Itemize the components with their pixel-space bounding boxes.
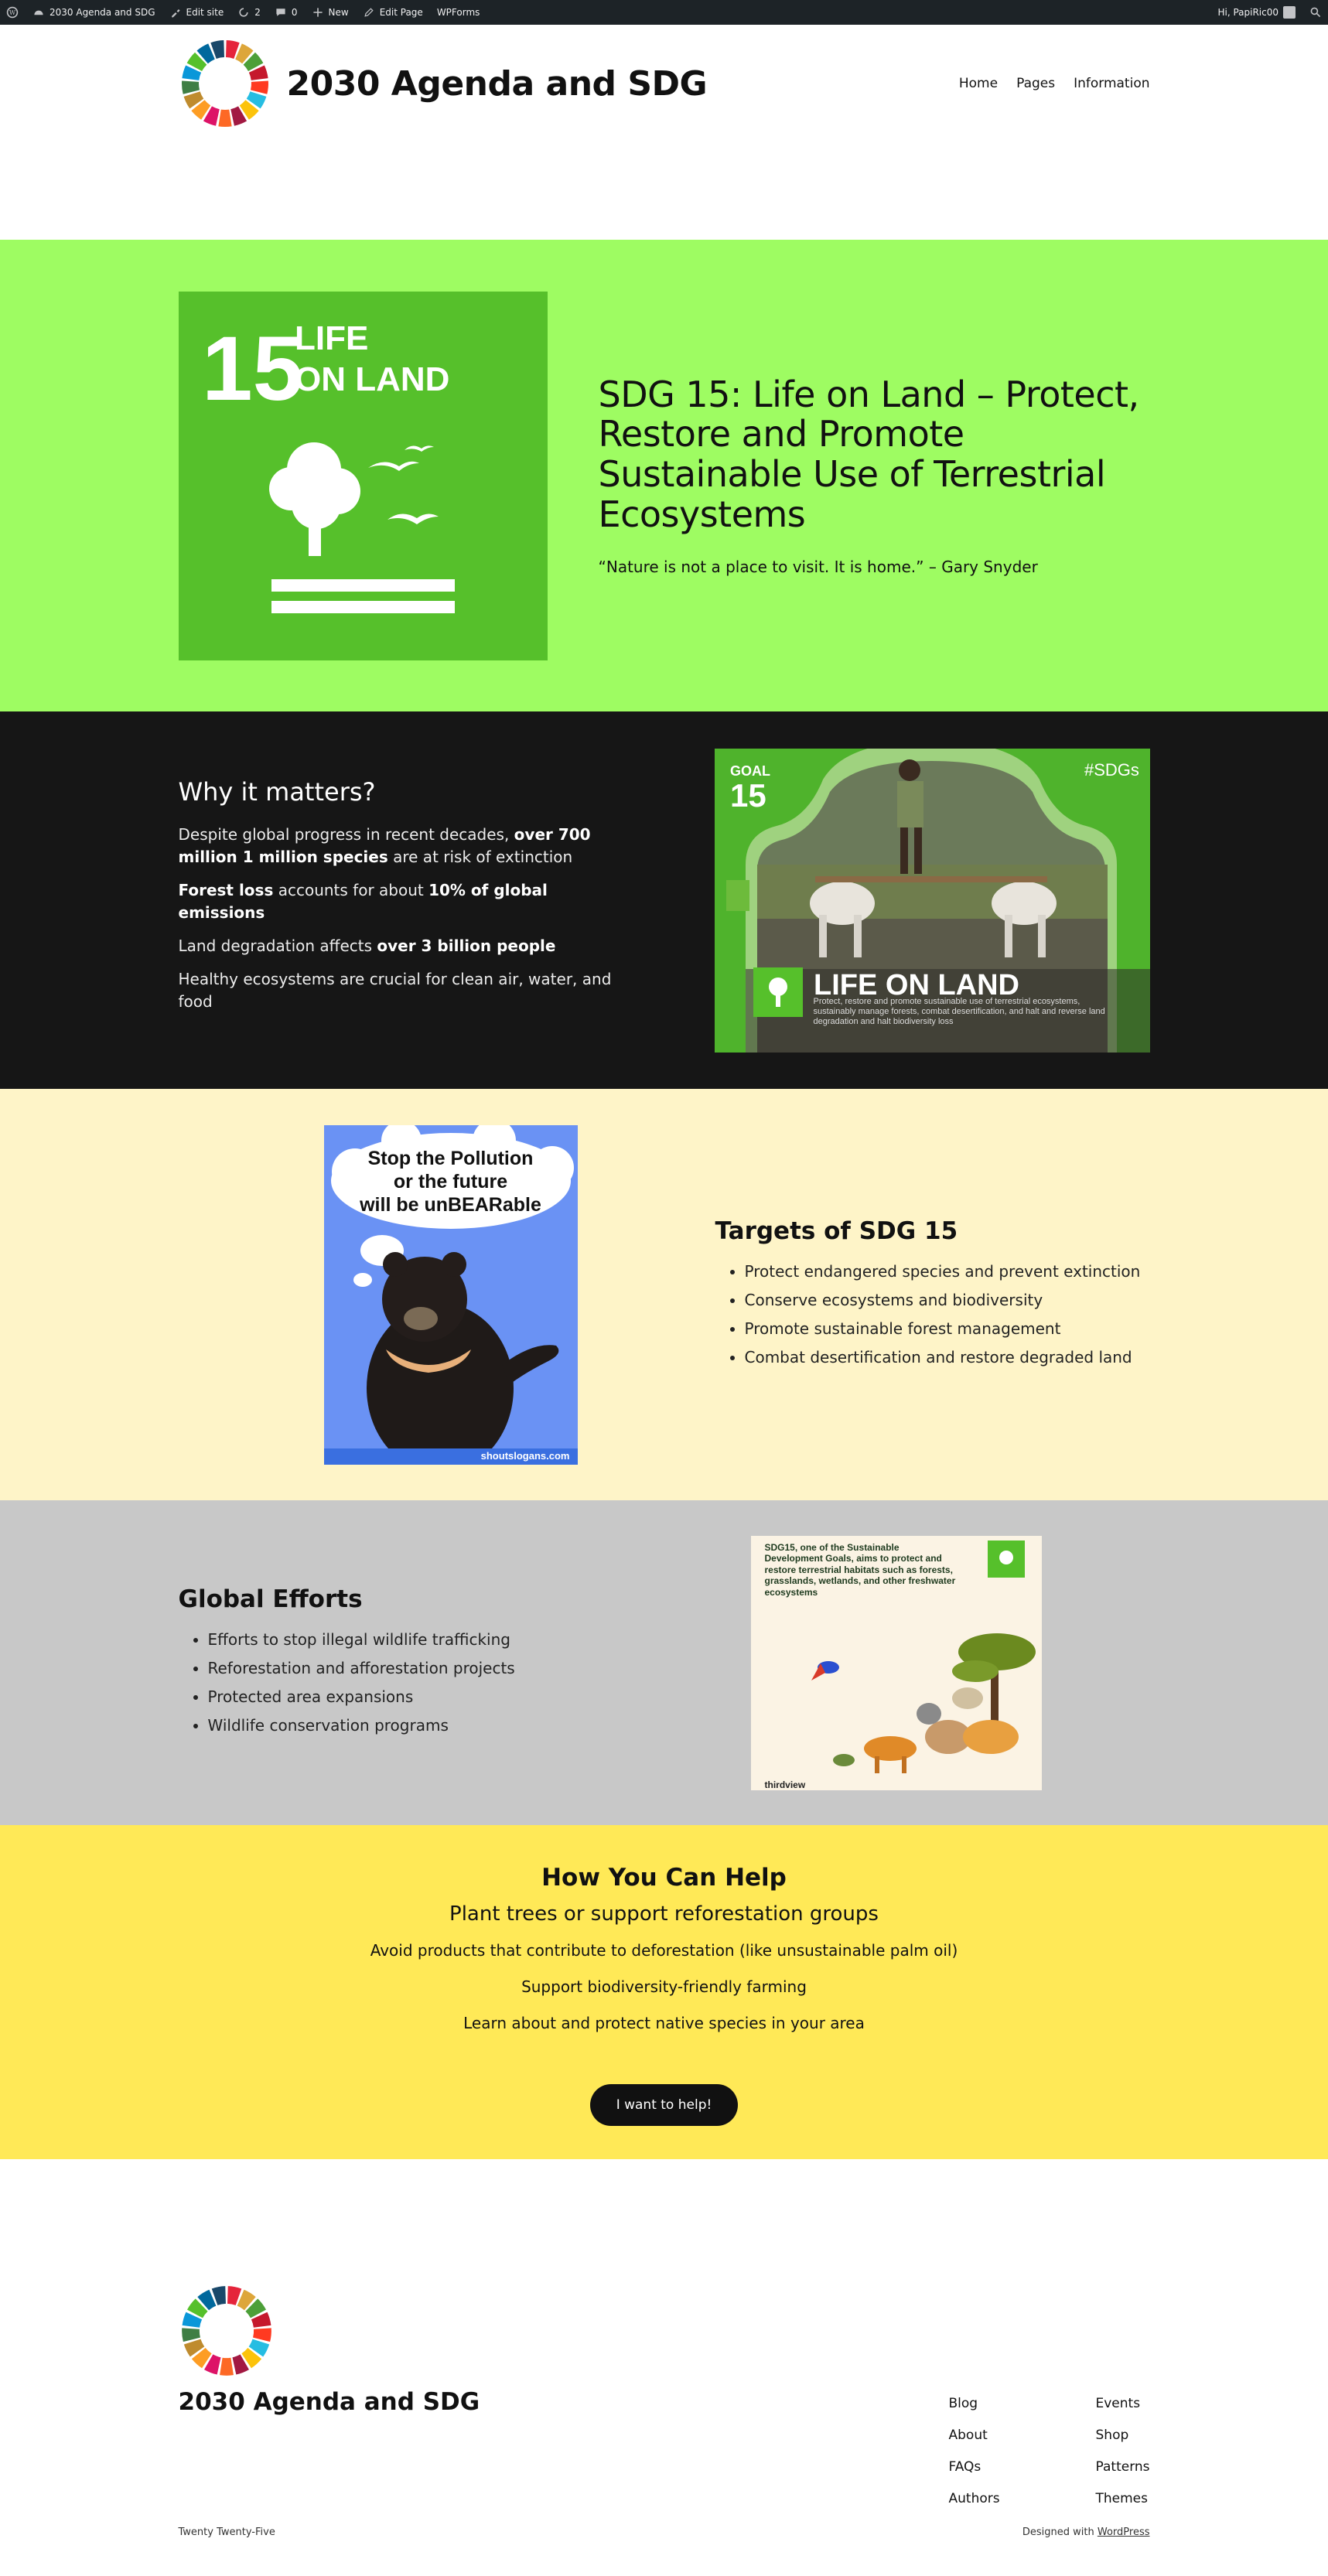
plus-icon	[312, 8, 323, 17]
theme-credit: Twenty Twenty-Five	[178, 2527, 275, 2538]
targets-title: Targets of SDG 15	[715, 1217, 958, 1245]
tile-number: 15	[202, 318, 303, 420]
hero-quote: “Nature is not a place to visit. It is h…	[598, 558, 1038, 577]
nav-information[interactable]: Information	[1074, 76, 1149, 91]
list-item: Protected area expansions	[208, 1683, 751, 1711]
i-want-to-help-button[interactable]: I want to help!	[589, 2084, 739, 2126]
card-caption: Protect, restore and promote sustainable…	[813, 996, 1105, 1026]
hero-title: SDG 15: Life on Land – Protect, Restore …	[598, 373, 1140, 535]
footer-link-authors[interactable]: Authors	[949, 2491, 1003, 2506]
site-header: 2030 Agenda and SDG Home Pages Informati…	[0, 25, 1328, 240]
admin-site-name[interactable]: 2030 Agenda and SDG	[32, 6, 155, 19]
list-item: Conserve ecosystems and biodiversity	[745, 1286, 1141, 1315]
sdg15-tile: 15 LIFE ON LAND	[178, 291, 548, 660]
global-title: Global Efforts	[178, 1585, 363, 1613]
tile-line2: ON LAND	[295, 360, 449, 398]
list-item: Promote sustainable forest management	[745, 1315, 1141, 1343]
footer-link-shop[interactable]: Shop	[1096, 2428, 1150, 2443]
footer-links-col1: Blog About FAQs Authors	[949, 2396, 1003, 2506]
account-menu[interactable]: Hi, PapiRic00	[1217, 6, 1296, 19]
card-hashtag: #SDGs	[1084, 760, 1139, 780]
poster-line1: Stop the Pollution	[367, 1147, 534, 1169]
brush-icon	[171, 9, 180, 18]
new-label: New	[328, 7, 349, 18]
list-item: Wildlife conservation programs	[208, 1711, 751, 1740]
account-greeting: Hi, PapiRic00	[1217, 7, 1278, 18]
footer-link-blog[interactable]: Blog	[949, 2396, 1003, 2411]
targets-section: Stop the Pollution or the future will be…	[0, 1089, 1328, 1500]
global-efforts-section: Global Efforts Efforts to stop illegal w…	[0, 1500, 1328, 1825]
footer-links-col2: Events Shop Patterns Themes	[1096, 2396, 1150, 2506]
why-it-matters-section: Why it matters? Despite global progress …	[0, 711, 1328, 1089]
updates-count: 2	[254, 7, 261, 18]
footer-link-patterns[interactable]: Patterns	[1096, 2459, 1150, 2475]
comment-icon	[276, 9, 285, 16]
main-nav: Home Pages Information	[959, 76, 1150, 91]
list-item: Efforts to stop illegal wildlife traffic…	[208, 1626, 751, 1654]
admin-site-name-label: 2030 Agenda and SDG	[50, 7, 155, 18]
footer-link-events[interactable]: Events	[1096, 2396, 1150, 2411]
bear-poster-image: Stop the Pollution or the future will be…	[323, 1124, 578, 1465]
help-title: How You Can Help	[541, 1864, 787, 1892]
dashboard-icon	[34, 10, 43, 15]
infographic-brand: thirdview	[764, 1779, 806, 1790]
help-item: Learn about and protect native species i…	[463, 2014, 865, 2032]
why-fact-land: Land degradation affects over 3 billion …	[178, 936, 556, 955]
footer-sdg-wheel-logo-icon[interactable]	[179, 2283, 275, 2379]
help-subtitle: Plant trees or support reforestation gro…	[449, 1902, 879, 1926]
nav-home[interactable]: Home	[959, 76, 998, 91]
wordpress-credit: Designed with WordPress	[1022, 2527, 1150, 2538]
wpforms-link[interactable]: WPForms	[437, 7, 480, 18]
footer-link-faqs[interactable]: FAQs	[949, 2459, 1003, 2475]
why-fact-forest: Forest loss accounts for about 10% of gl…	[178, 880, 548, 922]
footer-link-themes[interactable]: Themes	[1096, 2491, 1150, 2506]
svg-text:W: W	[9, 9, 16, 16]
list-item: Protect endangered species and prevent e…	[745, 1257, 1141, 1286]
card-goal-number: 15	[730, 777, 766, 814]
poster-credit: shoutslogans.com	[480, 1449, 570, 1462]
why-fact-ecosystems: Healthy ecosystems are crucial for clean…	[178, 969, 612, 1011]
goal15-photo-card: GOAL 15 #SDGs LIFE ON LAND Protect, rest…	[714, 748, 1150, 1053]
edit-page-link[interactable]: Edit Page	[363, 6, 423, 19]
nav-pages[interactable]: Pages	[1016, 76, 1055, 91]
global-list: Efforts to stop illegal wildlife traffic…	[179, 1626, 751, 1740]
admin-bar: W 2030 Agenda and SDG Edit site 2 0 New …	[0, 0, 1328, 25]
site-title[interactable]: 2030 Agenda and SDG	[287, 64, 708, 104]
site-footer: 2030 Agenda and SDG Blog About FAQs Auth…	[0, 2159, 1328, 2576]
comments-link[interactable]: 0	[275, 6, 298, 19]
edit-site-label: Edit site	[186, 7, 224, 18]
wildlife-infographic-image: SDG15, one of the Sustainable Developmen…	[750, 1535, 1042, 1790]
comments-count: 0	[291, 7, 298, 18]
wpforms-label: WPForms	[436, 7, 480, 18]
why-title: Why it matters?	[178, 776, 376, 807]
tile-line1: LIFE	[295, 319, 368, 357]
poster-line3: will be unBEARable	[360, 1193, 541, 1216]
footer-link-about[interactable]: About	[949, 2428, 1003, 2443]
help-item: Support biodiversity-friendly farming	[521, 1977, 807, 1996]
help-item: Avoid products that contribute to defore…	[370, 1941, 958, 1960]
list-item: Reforestation and afforestation projects	[208, 1654, 751, 1683]
why-fact-species: Despite global progress in recent decade…	[178, 824, 591, 866]
help-section: How You Can Help Plant trees or support …	[0, 1825, 1328, 2159]
footer-site-title[interactable]: 2030 Agenda and SDG	[179, 2388, 480, 2416]
pencil-icon	[364, 8, 374, 17]
poster-line2: or the future	[393, 1170, 508, 1192]
avatar	[1283, 6, 1296, 19]
edit-site-link[interactable]: Edit site	[169, 6, 224, 19]
hero-section: 15 LIFE ON LAND SDG 15: Life on Land – P…	[0, 240, 1328, 711]
updates-link[interactable]: 2	[237, 6, 261, 19]
edit-page-label: Edit Page	[379, 7, 423, 18]
list-item: Combat desertification and restore degra…	[745, 1343, 1141, 1372]
search-icon[interactable]	[1309, 6, 1322, 19]
wordpress-link[interactable]: WordPress	[1098, 2527, 1150, 2538]
card-goal-label: GOAL	[730, 763, 770, 779]
sdg-wheel-logo-icon[interactable]	[179, 37, 271, 130]
life-on-land-icon: 15 LIFE ON LAND	[202, 318, 455, 613]
targets-list: Protect endangered species and prevent e…	[715, 1257, 1141, 1372]
updates-icon	[239, 8, 248, 17]
wordpress-logo-icon[interactable]: W	[6, 6, 19, 19]
new-content-link[interactable]: New	[312, 6, 349, 19]
